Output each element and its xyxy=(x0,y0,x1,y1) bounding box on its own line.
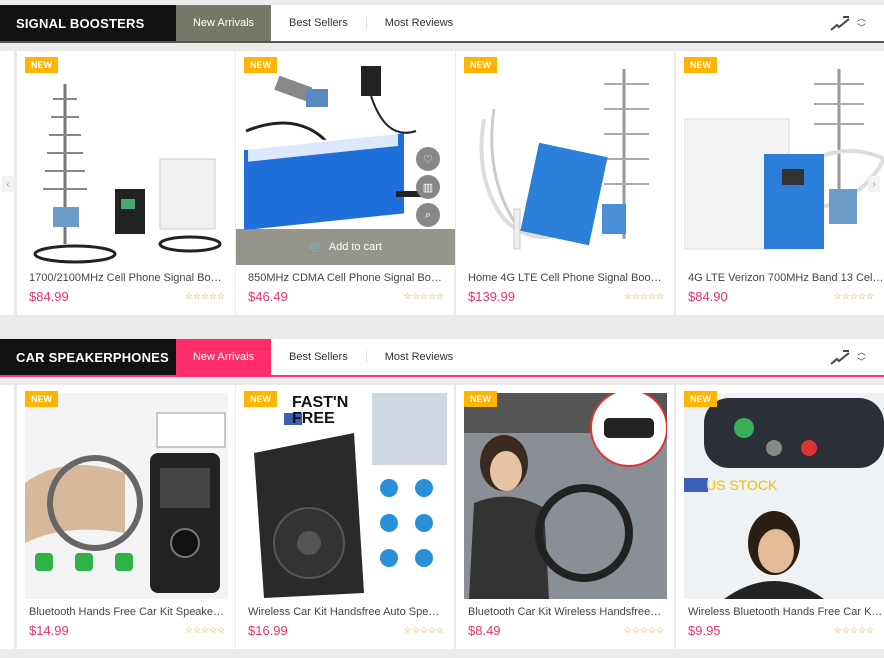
heart-icon: ♡ xyxy=(423,153,433,166)
collapse-toggle[interactable]: ︿ ﹀ xyxy=(857,13,866,33)
new-badge: NEW xyxy=(244,57,277,73)
car-speakerphones-section: CAR SPEAKERPHONES New Arrivals Best Sell… xyxy=(0,339,884,655)
product-image[interactable]: FAST'N FREE xyxy=(244,393,447,599)
product-card[interactable]: NEW 1700/2100MHz Cell Phone Signal Boos.… xyxy=(17,51,235,315)
product-name[interactable]: Home 4G LTE Cell Phone Signal Boost... xyxy=(468,272,664,284)
product-price: $139.99 xyxy=(468,289,515,304)
cart-icon: 🛒 xyxy=(309,241,323,254)
rating-stars: ☆☆☆☆☆ xyxy=(623,291,664,301)
signal-booster-icon xyxy=(830,16,850,31)
product-card[interactable]: NEW 4G LTE Verizon 700MHz Band 13 Cell .… xyxy=(676,51,884,315)
tab-best-sellers[interactable]: Best Sellers xyxy=(271,5,366,41)
rating-stars: ☆☆☆☆☆ xyxy=(403,625,444,635)
chevron-right-icon: › xyxy=(872,178,876,190)
product-name[interactable]: 4G LTE Verizon 700MHz Band 13 Cell ... xyxy=(688,272,884,284)
new-badge: NEW xyxy=(25,391,58,407)
signal-boosters-section: SIGNAL BOOSTERS New Arrivals Best Seller… xyxy=(0,5,884,321)
quick-view-button[interactable]: ⌕ xyxy=(416,203,440,227)
rating-stars: ☆☆☆☆☆ xyxy=(833,291,874,301)
new-badge: NEW xyxy=(464,57,497,73)
product-price: $46.49 xyxy=(248,289,288,304)
product-price: $9.95 xyxy=(688,623,721,638)
add-to-cart-button[interactable]: 🛒 Add to cart xyxy=(236,229,455,265)
rating-stars: ☆☆☆☆☆ xyxy=(184,625,225,635)
product-carousel: NEW Bluetooth Hands Free Car Kit Speaker… xyxy=(0,385,884,655)
section-header: SIGNAL BOOSTERS New Arrivals Best Seller… xyxy=(0,5,884,43)
new-badge: NEW xyxy=(684,57,717,73)
chevron-down-icon[interactable]: ﹀ xyxy=(857,357,866,367)
product-card[interactable]: NEW FAST'N FREE Wireless Car Kit Handsfr… xyxy=(236,385,454,649)
tab-new-arrivals[interactable]: New Arrivals xyxy=(176,5,271,41)
section-title: SIGNAL BOOSTERS xyxy=(0,5,176,41)
compare-icon: ▥ xyxy=(422,181,434,194)
product-image[interactable] xyxy=(464,393,667,599)
new-badge: NEW xyxy=(25,57,58,73)
product-price: $84.90 xyxy=(688,289,728,304)
rating-stars: ☆☆☆☆☆ xyxy=(833,625,874,635)
product-image[interactable] xyxy=(25,393,228,599)
chevron-down-icon[interactable]: ﹀ xyxy=(857,23,866,33)
chevron-up-icon[interactable]: ︿ xyxy=(857,13,866,23)
rating-stars: ☆☆☆☆☆ xyxy=(403,291,444,301)
product-name[interactable]: Wireless Car Kit Handsfree Auto Speak... xyxy=(248,606,444,618)
new-badge: NEW xyxy=(244,391,277,407)
product-name[interactable]: Wireless Bluetooth Hands Free Car Kit ..… xyxy=(688,606,884,618)
product-image[interactable]: US STOCK xyxy=(684,393,884,599)
tab-new-arrivals[interactable]: New Arrivals xyxy=(176,339,271,375)
product-price: $8.49 xyxy=(468,623,501,638)
image-text: US STOCK xyxy=(706,477,778,493)
rating-stars: ☆☆☆☆☆ xyxy=(623,625,664,635)
search-icon: ⌕ xyxy=(424,208,432,221)
product-card[interactable]: NEW Home 4G LTE Cell Phone Signal Boost.… xyxy=(456,51,674,315)
section-controls: ︿ ﹀ xyxy=(829,13,866,33)
product-card[interactable]: NEW Bluetooth Hands Free Car Kit Speaker… xyxy=(17,385,235,649)
chevron-up-icon[interactable]: ︿ xyxy=(857,347,866,357)
signal-booster-icon xyxy=(830,350,850,365)
product-price: $16.99 xyxy=(248,623,288,638)
product-price: $14.99 xyxy=(29,623,69,638)
carousel-prev-button[interactable]: ‹ xyxy=(2,176,14,192)
collapse-toggle[interactable]: ︿ ﹀ xyxy=(857,347,866,367)
rating-stars: ☆☆☆☆☆ xyxy=(184,291,225,301)
chevron-left-icon: ‹ xyxy=(6,178,10,190)
section-controls: ︿ ﹀ xyxy=(829,347,866,367)
wishlist-button[interactable]: ♡ xyxy=(416,147,440,171)
product-image[interactable] xyxy=(464,59,667,265)
product-image[interactable] xyxy=(684,59,884,265)
new-badge: NEW xyxy=(684,391,717,407)
image-text: FAST'N FREE xyxy=(292,394,349,427)
section-title: CAR SPEAKERPHONES xyxy=(0,339,176,375)
tab-best-sellers[interactable]: Best Sellers xyxy=(271,339,366,375)
add-to-cart-label: Add to cart xyxy=(328,241,382,253)
product-name[interactable]: Bluetooth Car Kit Wireless Handsfree S..… xyxy=(468,606,664,618)
compare-button[interactable]: ▥ xyxy=(416,175,440,199)
carousel-next-button[interactable]: › xyxy=(868,176,880,192)
tab-most-reviews[interactable]: Most Reviews xyxy=(367,339,471,375)
new-badge: NEW xyxy=(464,391,497,407)
product-name[interactable]: 1700/2100MHz Cell Phone Signal Boos... xyxy=(29,272,225,284)
product-name[interactable]: Bluetooth Hands Free Car Kit Speakerp... xyxy=(29,606,225,618)
product-card[interactable]: NEW Bluetooth Car Kit Wireless Handsfree… xyxy=(456,385,674,649)
product-name[interactable]: 850MHz CDMA Cell Phone Signal Boos... xyxy=(248,272,444,284)
tab-most-reviews[interactable]: Most Reviews xyxy=(367,5,471,41)
section-header: CAR SPEAKERPHONES New Arrivals Best Sell… xyxy=(0,339,884,377)
product-card[interactable]: NEW 🛒 Add to cart ♡ ▥ ⌕ 850MHz CDMA Cell… xyxy=(236,51,455,315)
product-card[interactable]: NEW US STOCK Wireless Bluetooth Hands Fr… xyxy=(676,385,884,649)
product-price: $84.99 xyxy=(29,289,69,304)
product-image[interactable] xyxy=(25,59,228,265)
product-carousel: ‹ › NEW 1700/2100MHz Cell Phone Signal B… xyxy=(0,51,884,321)
partial-product-card xyxy=(0,385,14,649)
